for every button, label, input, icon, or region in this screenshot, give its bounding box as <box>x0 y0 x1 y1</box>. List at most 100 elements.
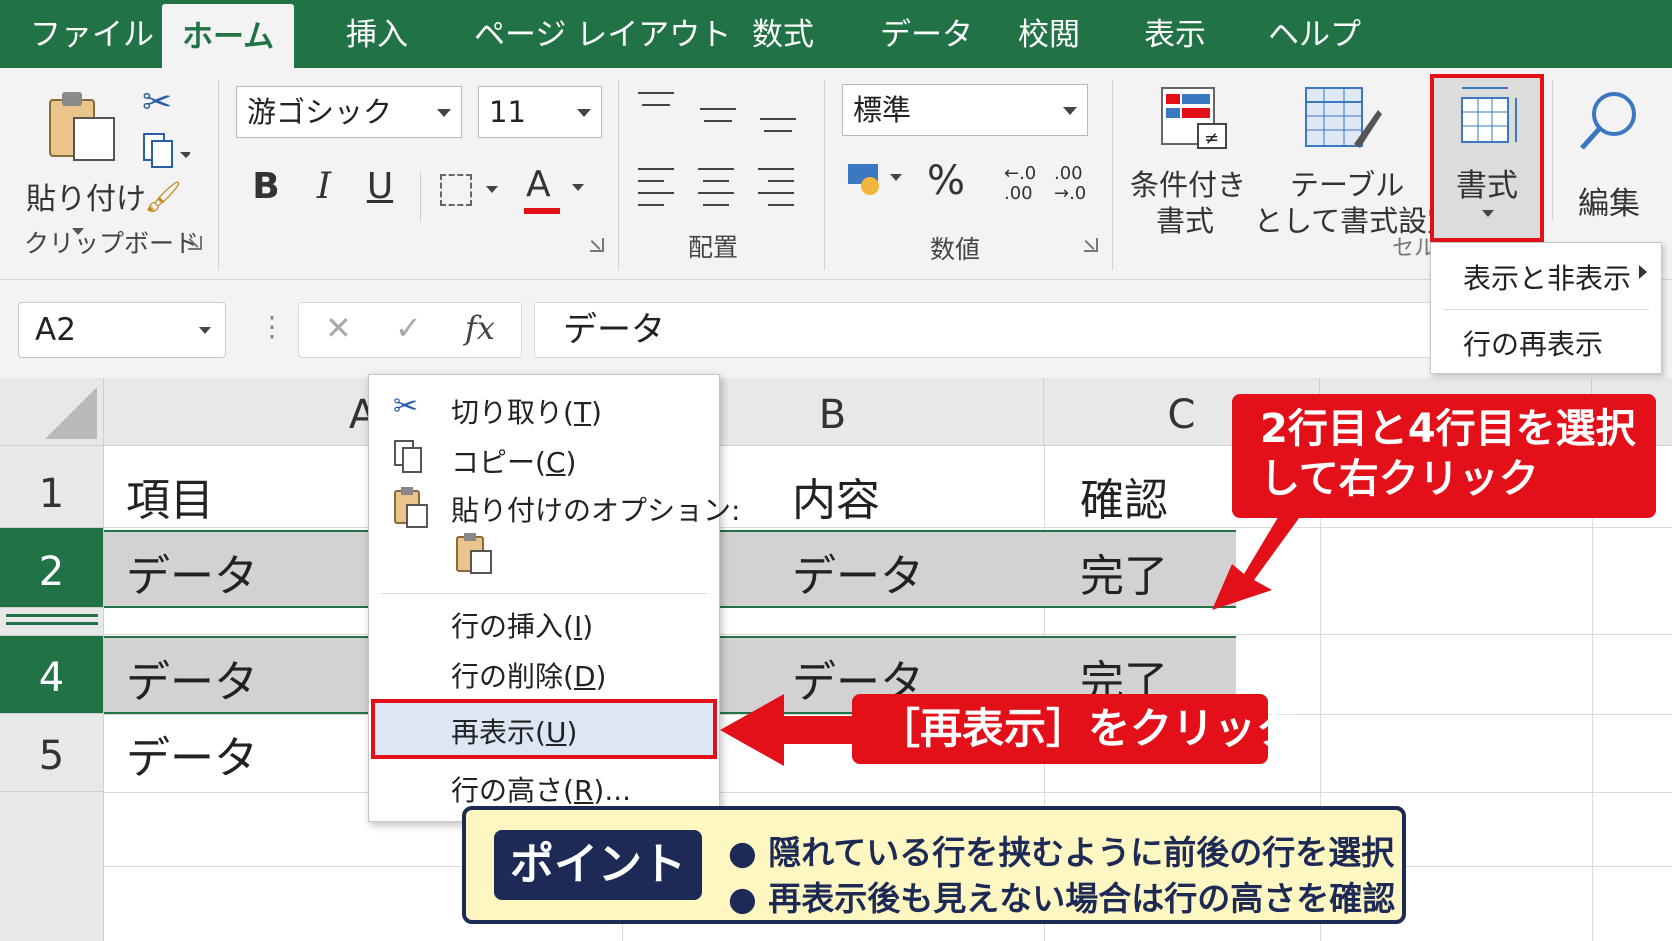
search-icon <box>1580 92 1636 150</box>
divider <box>1552 80 1553 220</box>
row-header-5[interactable]: 5 <box>0 714 104 792</box>
name-box[interactable]: A2 <box>18 302 226 358</box>
bold-button[interactable]: B <box>246 166 286 207</box>
callout-line-2: して右クリック <box>1260 456 1539 502</box>
context-menu: ✂ 切り取り(T) コピー(C) 貼り付けのオプション: 行の挿入(I) 行の削… <box>368 374 740 822</box>
hidden-row-marker <box>0 608 104 636</box>
table-format-icon <box>1305 87 1382 148</box>
tab-insert[interactable]: 挿入 <box>346 10 408 68</box>
cancel-icon[interactable]: ✕ <box>325 309 352 347</box>
chevron-down-icon <box>577 109 591 117</box>
paste-button[interactable]: 貼り付け <box>20 84 146 244</box>
format-as-table-button[interactable]: テーブル として書式設定 <box>1254 86 1456 238</box>
callout-line-1: 2行目と4行目を選択 <box>1260 406 1636 452</box>
tab-view[interactable]: 表示 <box>1144 10 1206 68</box>
menu-item-unhide[interactable]: 再表示(U) <box>451 711 577 751</box>
callout-select-rows: 2行目と4行目を選択 して右クリック <box>1232 394 1656 518</box>
svg-text:≠: ≠ <box>1204 128 1219 149</box>
font-size-combo[interactable]: 11 <box>478 86 602 138</box>
tab-formulas[interactable]: 数式 <box>752 10 814 68</box>
grid-line <box>1592 446 1593 941</box>
chevron-down-icon <box>486 186 498 193</box>
copy-icon[interactable] <box>140 132 190 172</box>
borders-button[interactable] <box>440 170 504 214</box>
clipboard-icon <box>49 92 115 161</box>
row-header-empty[interactable] <box>0 792 104 941</box>
tab-file[interactable]: ファイル <box>30 10 154 68</box>
paste-option-icon[interactable] <box>453 531 497 577</box>
paste-label: 貼り付け <box>26 182 146 217</box>
number-launcher-icon[interactable] <box>1084 238 1098 252</box>
menu-item-row-height[interactable]: 行の高さ(R)... <box>451 769 631 809</box>
formula-input[interactable]: データ <box>534 302 1434 358</box>
increase-decimal-button[interactable]: ←.0 .00 <box>1004 164 1044 204</box>
tab-home[interactable]: ホーム <box>162 4 295 68</box>
tab-review[interactable]: 校閲 <box>1018 10 1080 68</box>
chevron-down-icon <box>572 184 584 191</box>
percent-button[interactable]: % <box>924 158 968 204</box>
accounting-format-button[interactable] <box>846 158 906 206</box>
cut-icon[interactable]: ✂ <box>142 82 172 123</box>
clipboard-icon <box>394 487 428 528</box>
number-group-label: 数値 <box>930 235 981 264</box>
menu-item-copy[interactable]: コピー(C) <box>451 441 576 481</box>
confirm-icon[interactable]: ✓ <box>395 309 422 347</box>
chevron-down-icon <box>199 327 211 334</box>
underline-button[interactable]: U <box>360 166 400 207</box>
font-color-letter: A <box>526 164 551 205</box>
align-right-icon[interactable] <box>758 168 798 208</box>
cell-a4[interactable]: データ <box>126 646 258 710</box>
number-format-combo[interactable]: 標準 <box>842 84 1088 136</box>
row-header-2[interactable]: 2 <box>0 528 104 608</box>
clipboard-group-label: クリップボード <box>24 229 200 258</box>
currency-icon <box>848 164 879 195</box>
format-dropdown-menu: 表示と非表示 行の再表示 <box>1430 242 1662 374</box>
clipboard-launcher-icon[interactable] <box>188 236 202 250</box>
point-badge: ポイント <box>494 830 702 900</box>
cell-a1[interactable]: 項目 <box>126 464 214 528</box>
conditional-formatting-button[interactable]: ≠ 条件付き 書式 <box>1130 86 1250 238</box>
chevron-down-icon <box>437 109 451 117</box>
dropdown-item-unhide-rows[interactable]: 行の再表示 <box>1463 323 1603 363</box>
format-painter-icon[interactable]: 🖌 <box>144 180 182 215</box>
font-name-combo[interactable]: 游ゴシック <box>236 86 462 138</box>
row-header-4[interactable]: 4 <box>0 636 104 714</box>
divider <box>1112 80 1113 270</box>
cell-c2[interactable]: 完了 <box>1080 540 1168 604</box>
italic-button[interactable]: I <box>304 166 344 207</box>
cell-c1[interactable]: 確認 <box>1080 464 1168 528</box>
row-header-1[interactable]: 1 <box>0 446 104 528</box>
align-center-icon[interactable] <box>698 168 738 208</box>
tab-help[interactable]: ヘルプ <box>1268 10 1361 68</box>
align-bottom-icon[interactable] <box>760 116 800 146</box>
cell-a2[interactable]: データ <box>126 540 258 604</box>
grid-line <box>104 792 1672 793</box>
align-top-icon[interactable] <box>638 90 678 120</box>
font-color-bar <box>524 208 560 214</box>
menu-item-delete-row[interactable]: 行の削除(D) <box>451 655 606 695</box>
menu-item-paste-options: 貼り付けのオプション: <box>451 494 741 527</box>
align-left-icon[interactable] <box>638 168 678 208</box>
dropdown-item-hide-unhide[interactable]: 表示と非表示 <box>1431 243 1661 303</box>
font-size-value: 11 <box>489 95 526 129</box>
align-middle-icon[interactable] <box>700 106 740 136</box>
select-all-corner[interactable] <box>0 378 104 446</box>
more-options-icon[interactable]: ⋮ <box>258 310 286 343</box>
tab-data[interactable]: データ <box>880 10 973 68</box>
cell-b1[interactable]: 内容 <box>792 464 880 528</box>
cell-a5[interactable]: データ <box>126 722 258 786</box>
menu-item-cut[interactable]: 切り取り(T) <box>451 391 602 431</box>
font-color-button[interactable]: A <box>520 164 590 220</box>
name-box-value: A2 <box>35 312 76 348</box>
find-select-button[interactable]: 編集 <box>1570 86 1660 236</box>
point-line-1: ● 隠れている行を挟むように前後の行を選択 <box>728 833 1395 872</box>
grid-line <box>104 527 1672 528</box>
font-launcher-icon[interactable] <box>590 238 604 252</box>
tab-page-layout[interactable]: ページ レイアウト <box>474 10 731 68</box>
insert-function-icon[interactable]: fx <box>465 309 495 347</box>
menu-item-insert-row[interactable]: 行の挿入(I) <box>451 605 593 645</box>
chevron-down-icon <box>890 174 902 181</box>
conditional-label-2: 書式 <box>1156 204 1215 238</box>
cell-b2[interactable]: データ <box>792 540 924 604</box>
decrease-decimal-button[interactable]: .00 →.0 <box>1054 164 1094 204</box>
